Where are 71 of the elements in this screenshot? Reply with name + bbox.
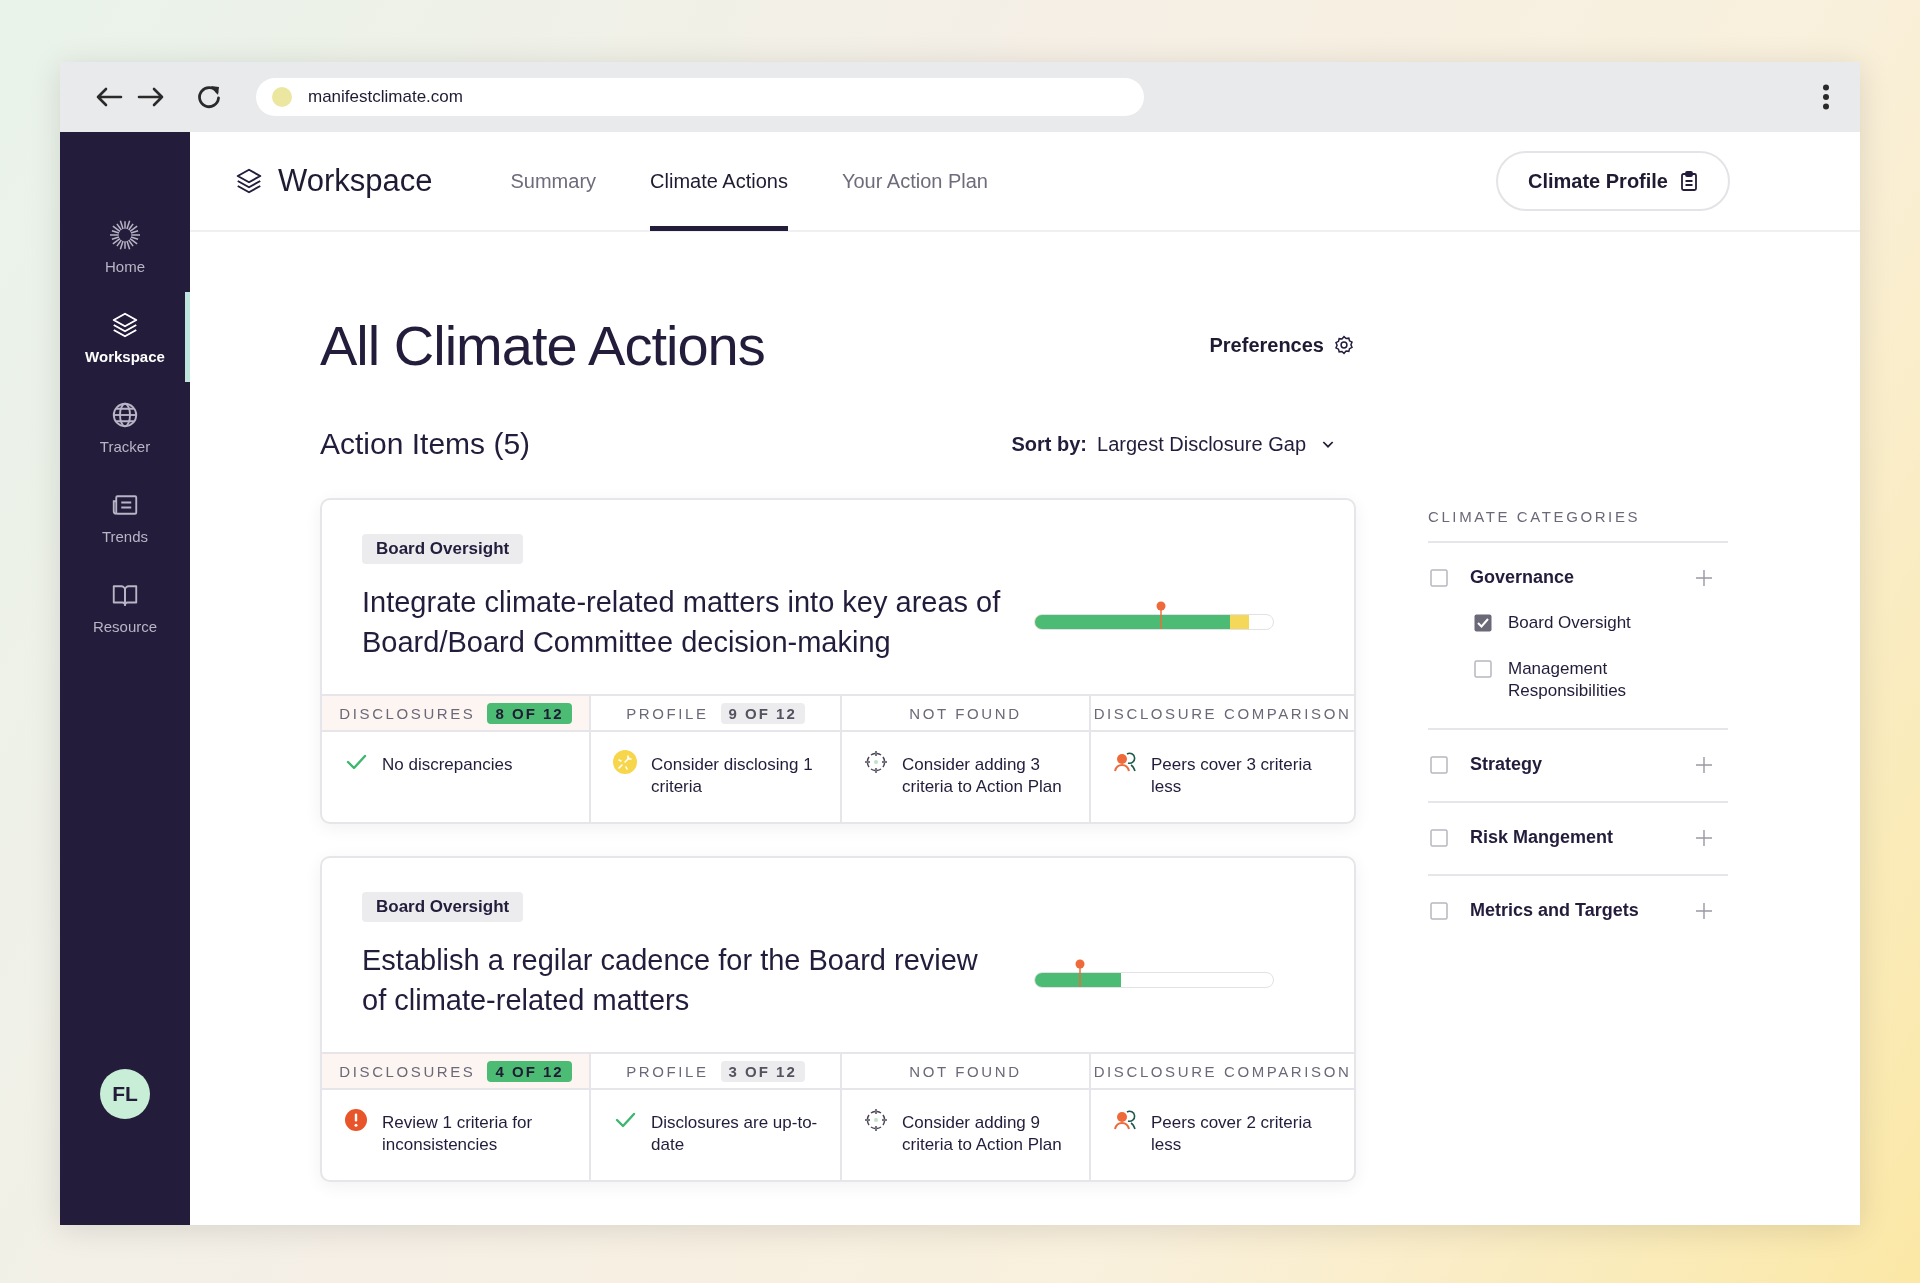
layers-icon — [234, 166, 264, 196]
column-label: NOT FOUND — [909, 704, 1022, 722]
subcategory-label: Board Oversight — [1508, 612, 1632, 634]
status-text: No discrepancies — [382, 754, 513, 776]
column-label: DISCLOSURE COMPARISON — [1093, 704, 1352, 722]
plus-icon[interactable] — [1696, 902, 1712, 919]
checkbox[interactable] — [1474, 660, 1492, 678]
checkbox[interactable] — [1430, 755, 1448, 774]
sidebar-item[interactable]: Tracker — [60, 382, 190, 472]
people-icon — [1113, 750, 1137, 774]
status-text: Consider adding 3 criteria to Action Plan — [902, 754, 1063, 798]
category-tag: Board Oversight — [362, 892, 524, 922]
nav-tab[interactable]: Summary — [510, 131, 597, 231]
status-text: Disclosures are up-to-date — [651, 1112, 819, 1156]
nav-tab[interactable]: Your Action Plan — [841, 131, 988, 231]
column-label: PROFILE — [626, 1062, 709, 1080]
subcategory-label: Management Responsibilities — [1508, 658, 1628, 702]
checkbox[interactable] — [1430, 568, 1448, 587]
status-text: Review 1 criteria for inconsistencies — [382, 1112, 534, 1156]
page-title: All Climate Actions — [320, 312, 765, 378]
clipboard-icon — [1680, 171, 1698, 191]
status-text: Peers cover 2 criteria less — [1151, 1112, 1313, 1156]
column-label: DISCLOSURE COMPARISON — [1093, 1062, 1352, 1080]
section-heading: Action Items (5) — [320, 427, 531, 461]
column-label: PROFILE — [626, 704, 709, 722]
address-bar[interactable]: manifestclimate.com — [256, 78, 1144, 116]
plus-icon[interactable] — [1696, 569, 1712, 586]
count-badge: 8 OF 12 — [487, 702, 572, 724]
panel-heading: CLIMATE CATEGORIES — [1428, 508, 1728, 543]
status-text: Consider disclosing 1 criteria — [651, 754, 814, 798]
alert-icon — [344, 1108, 368, 1132]
sunburst-icon — [110, 219, 140, 250]
category-tag: Board Oversight — [362, 534, 524, 564]
count-badge: 4 OF 12 — [487, 1060, 572, 1082]
status-text: Consider adding 9 criteria to Action Plan — [902, 1112, 1063, 1156]
sparkle-icon — [613, 750, 637, 774]
forward-icon[interactable] — [136, 85, 166, 109]
crosshair-icon — [864, 1108, 888, 1132]
reload-icon[interactable] — [196, 84, 222, 110]
preferences-link[interactable]: Preferences — [1209, 333, 1354, 357]
checkbox[interactable] — [1430, 828, 1448, 847]
category-label: Metrics and Targets — [1470, 900, 1640, 921]
nav-tab[interactable]: Climate Actions — [650, 131, 788, 231]
category-label: Strategy — [1470, 754, 1544, 775]
status-text: Peers cover 3 criteria less — [1151, 754, 1313, 798]
category-label: Governance — [1470, 567, 1576, 588]
site-icon — [272, 87, 292, 107]
menu-icon[interactable] — [1822, 84, 1830, 110]
plus-icon[interactable] — [1696, 829, 1712, 846]
climate-profile-button[interactable]: Climate Profile — [1495, 151, 1730, 211]
sort-dropdown[interactable]: Sort by: Largest Disclosure Gap — [1011, 432, 1336, 456]
plus-icon[interactable] — [1696, 756, 1712, 773]
count-badge: 9 OF 12 — [720, 702, 805, 724]
category-label: Risk Mangement — [1470, 827, 1615, 848]
people-icon — [1113, 1108, 1137, 1132]
workspace-title: Workspace — [278, 163, 433, 199]
column-label: DISCLOSURES — [339, 704, 476, 722]
checkbox[interactable] — [1430, 901, 1448, 920]
sidebar-item[interactable]: Home — [60, 202, 190, 292]
crosshair-icon — [864, 750, 888, 774]
settings-icon — [1334, 335, 1354, 355]
sidebar-item[interactable]: Resource — [60, 562, 190, 652]
column-label: DISCLOSURES — [339, 1062, 476, 1080]
user-avatar[interactable]: FL — [100, 1069, 150, 1119]
action-title: Establish a regilar cadence for the Board review of climate-related matters — [362, 943, 979, 1018]
back-icon[interactable] — [94, 85, 124, 109]
checkbox[interactable] — [1474, 614, 1492, 632]
sidebar-item[interactable]: Trends — [60, 472, 190, 562]
column-label: NOT FOUND — [909, 1062, 1022, 1080]
count-badge: 3 OF 12 — [720, 1060, 805, 1082]
action-title: Integrate climate-related matters into key areas of Board/Board Committee decision-making — [362, 585, 1002, 660]
